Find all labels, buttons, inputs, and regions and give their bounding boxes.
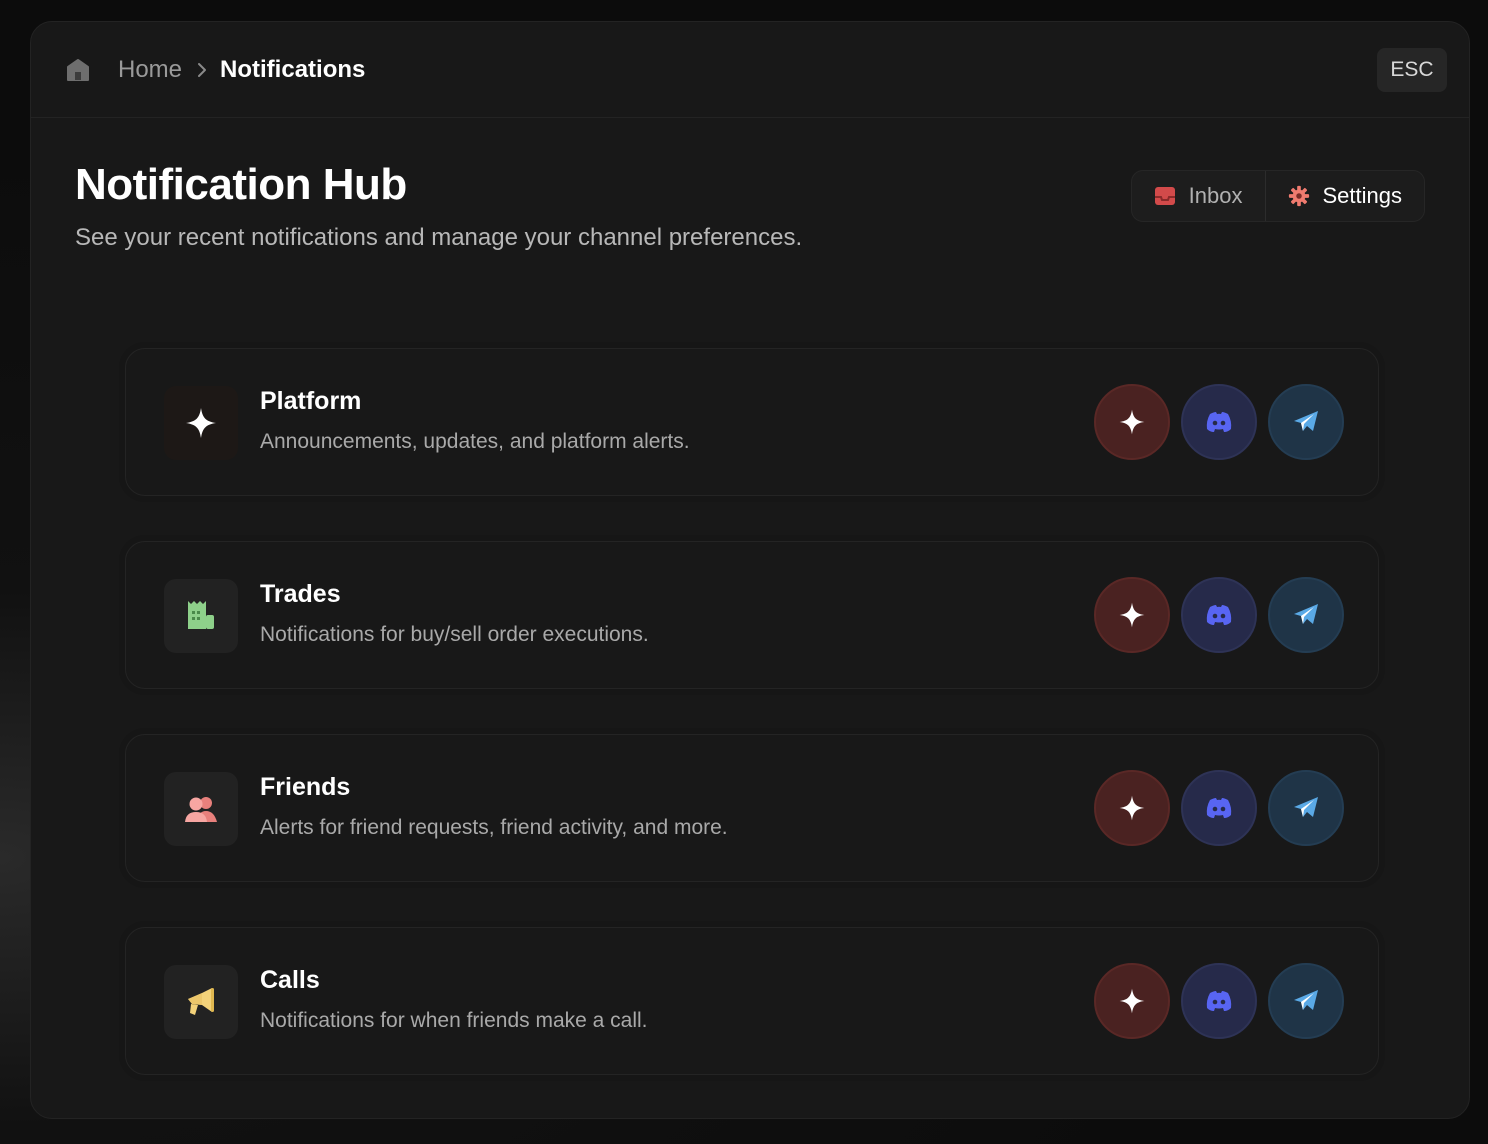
home-icon[interactable]: [65, 57, 91, 83]
gear-icon: [1288, 185, 1310, 207]
telegram-channel-button[interactable]: [1268, 963, 1344, 1039]
discord-icon: [1206, 991, 1232, 1011]
app-channel-button[interactable]: [1094, 770, 1170, 846]
breadcrumb-home[interactable]: Home: [118, 56, 182, 84]
inbox-icon: [1154, 185, 1176, 207]
notification-hub-modal: Home Notifications ESC Notification Hub …: [30, 21, 1470, 1119]
telegram-icon: [1294, 604, 1318, 624]
category-card-calls: Calls Notifications for when friends mak…: [125, 927, 1379, 1075]
category-card-trades: Trades Notifications for buy/sell order …: [125, 541, 1379, 689]
category-description: Alerts for friend requests, friend activ…: [260, 816, 728, 839]
sparkle-icon: [164, 386, 238, 460]
page-header: Notification Hub See your recent notific…: [31, 118, 1469, 348]
telegram-icon: [1294, 990, 1318, 1010]
megaphone-icon: [164, 965, 238, 1039]
discord-channel-button[interactable]: [1181, 384, 1257, 460]
channel-toggles: [1094, 384, 1344, 460]
view-toggle: Inbox Settings: [1130, 170, 1425, 222]
chevron-right-icon: [196, 61, 208, 79]
discord-channel-button[interactable]: [1181, 770, 1257, 846]
esc-button[interactable]: ESC: [1377, 47, 1447, 92]
app-channel-button[interactable]: [1094, 577, 1170, 653]
category-title: Platform: [260, 387, 362, 415]
sparkle-icon: [1119, 602, 1145, 628]
discord-icon: [1206, 605, 1232, 625]
channel-toggles: [1094, 963, 1344, 1039]
telegram-channel-button[interactable]: [1268, 770, 1344, 846]
telegram-channel-button[interactable]: [1268, 384, 1344, 460]
category-title: Calls: [260, 966, 320, 994]
tab-inbox-label: Inbox: [1188, 183, 1243, 208]
breadcrumb-current: Notifications: [220, 55, 366, 83]
category-title: Trades: [260, 580, 341, 608]
discord-channel-button[interactable]: [1181, 577, 1257, 653]
page-subtitle: See your recent notifications and manage…: [75, 224, 803, 251]
receipt-icon: [164, 579, 238, 653]
app-channel-button[interactable]: [1094, 963, 1170, 1039]
telegram-channel-button[interactable]: [1268, 577, 1344, 653]
channel-toggles: [1094, 577, 1344, 653]
category-card-friends: Friends Alerts for friend requests, frie…: [125, 734, 1379, 882]
topbar: Home Notifications ESC: [31, 22, 1469, 118]
sparkle-icon: [1119, 988, 1145, 1014]
telegram-icon: [1294, 797, 1318, 817]
category-title: Friends: [260, 773, 351, 801]
tab-settings-label: Settings: [1322, 183, 1403, 208]
tab-settings[interactable]: Settings: [1265, 171, 1424, 221]
category-description: Notifications for buy/sell order executi…: [260, 623, 649, 646]
sparkle-icon: [1119, 409, 1145, 435]
category-card-platform: Platform Announcements, updates, and pla…: [125, 348, 1379, 496]
discord-channel-button[interactable]: [1181, 963, 1257, 1039]
discord-icon: [1206, 798, 1232, 818]
tab-inbox[interactable]: Inbox: [1132, 171, 1266, 221]
telegram-icon: [1294, 411, 1318, 431]
discord-icon: [1206, 412, 1232, 432]
sparkle-icon: [1119, 795, 1145, 821]
category-list: Platform Announcements, updates, and pla…: [125, 348, 1379, 1118]
app-channel-button[interactable]: [1094, 384, 1170, 460]
category-description: Notifications for when friends make a ca…: [260, 1009, 648, 1032]
channel-toggles: [1094, 770, 1344, 846]
people-icon: [164, 772, 238, 846]
category-description: Announcements, updates, and platform ale…: [260, 430, 690, 453]
